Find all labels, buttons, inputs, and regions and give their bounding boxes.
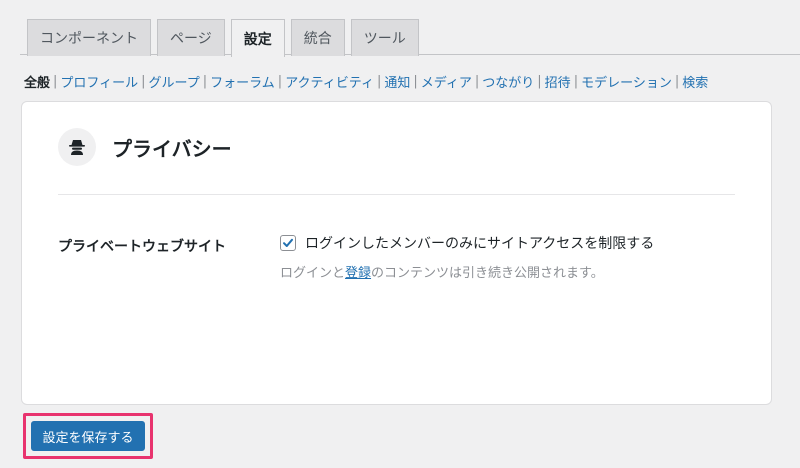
subnav-moderation[interactable]: モデレーション [581, 72, 672, 91]
tab-settings[interactable]: 設定 [230, 19, 285, 57]
private-site-control: ログインしたメンバーのみにサイトアクセスを制限する ログインと登録のコンテンツは… [280, 233, 654, 281]
subnav-separator: | [141, 74, 146, 89]
tab-tools[interactable]: ツール [350, 19, 419, 56]
tab-components[interactable]: コンポーネント [27, 19, 151, 56]
subnav-separator: | [413, 74, 418, 89]
privacy-card: プライバシー プライベートウェブサイト ログインしたメンバーのみにサイトアクセス… [21, 101, 772, 405]
settings-tabs: コンポーネント ページ 設定 統合 ツール [20, 19, 800, 57]
subnav-forums[interactable]: フォーラム [210, 72, 275, 91]
subnav-profile[interactable]: プロフィール [60, 72, 138, 91]
subnav-search[interactable]: 検索 [682, 72, 708, 91]
subnav-connections[interactable]: つながり [482, 72, 534, 91]
description-prefix: ログインと [280, 266, 346, 281]
subnav-separator: | [674, 74, 680, 89]
restrict-access-label[interactable]: ログインしたメンバーのみにサイトアクセスを制限する [305, 233, 654, 253]
subnav-separator: | [537, 74, 542, 89]
subnav-invites[interactable]: 招待 [545, 72, 571, 91]
subnav-separator: | [376, 74, 382, 89]
private-site-label: プライベートウェブサイト [58, 239, 226, 255]
tab-integrations[interactable]: 統合 [290, 19, 345, 56]
settings-subnav: 全般 | プロフィール | グループ | フォーラム | アクティビティ | 通… [24, 72, 708, 91]
save-settings-button[interactable]: 設定を保存する [31, 421, 145, 451]
subnav-separator: | [202, 74, 208, 89]
subnav-media[interactable]: メディア [421, 72, 472, 91]
register-link[interactable]: 登録 [345, 266, 371, 281]
field-description: ログインと登録のコンテンツは引き続き公開されます。 [280, 262, 654, 281]
subnav-general: 全般 [24, 76, 51, 91]
spy-icon [58, 128, 96, 166]
description-suffix: のコンテンツは引き続き公開されます。 [371, 266, 604, 281]
section-title: プライバシー [112, 136, 232, 161]
tab-pages[interactable]: ページ [157, 19, 225, 56]
subnav-separator: | [53, 74, 58, 89]
restrict-access-row: ログインしたメンバーのみにサイトアクセスを制限する [280, 233, 654, 253]
divider [58, 194, 735, 195]
checkmark-icon [283, 238, 293, 247]
restrict-access-checkbox[interactable] [280, 235, 296, 251]
card-header: プライバシー [58, 128, 232, 166]
subnav-groups[interactable]: グループ [149, 72, 200, 91]
subnav-activity[interactable]: アクティビティ [285, 72, 374, 91]
subnav-separator: | [573, 74, 579, 89]
subnav-separator: | [277, 74, 283, 89]
subnav-separator: | [474, 74, 480, 89]
save-button-highlight: 設定を保存する [23, 413, 153, 459]
subnav-notifications[interactable]: 通知 [384, 72, 410, 91]
